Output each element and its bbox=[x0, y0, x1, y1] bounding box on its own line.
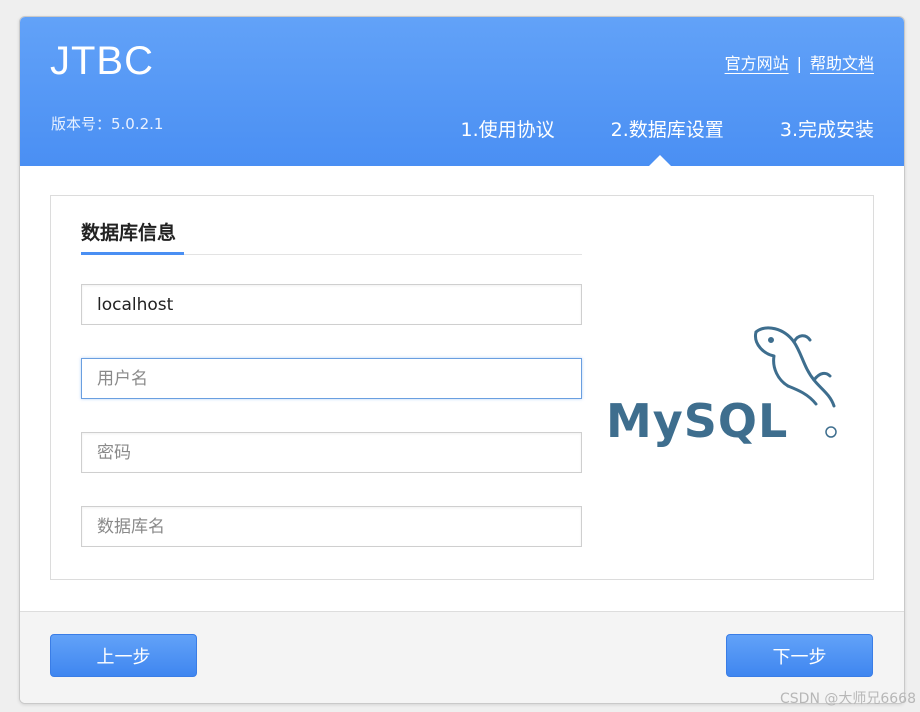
footer-bar: 上一步 下一步 bbox=[20, 611, 904, 703]
database-panel: 数据库信息 MySQL bbox=[50, 195, 874, 580]
title-underline bbox=[81, 252, 184, 255]
next-step-button[interactable]: 下一步 bbox=[726, 634, 873, 677]
version-label: 版本号：5.0.2.1 bbox=[51, 115, 164, 133]
step-3: 3.完成安装 bbox=[779, 119, 874, 141]
step-2-active: 2.数据库设置 bbox=[610, 119, 724, 141]
prev-step-button[interactable]: 上一步 bbox=[50, 634, 197, 677]
link-separator: | bbox=[796, 54, 802, 73]
official-site-link[interactable]: 官方网站 bbox=[725, 54, 789, 73]
brand-title: JTBC bbox=[50, 39, 154, 83]
registered-mark-icon bbox=[825, 426, 837, 438]
dbname-input[interactable] bbox=[81, 506, 582, 547]
host-input[interactable] bbox=[81, 284, 582, 325]
password-input[interactable] bbox=[81, 432, 582, 473]
mysql-wordmark: MySQL bbox=[606, 394, 788, 448]
username-input[interactable] bbox=[81, 358, 582, 399]
mysql-logo: MySQL bbox=[606, 326, 837, 448]
step-1: 1.使用协议 bbox=[460, 119, 555, 141]
section-title: 数据库信息 bbox=[81, 222, 177, 244]
installer-window: JTBC 版本号：5.0.2.1 官方网站 | 帮助文档 1.使用协议 2.数据库设… bbox=[19, 16, 905, 704]
active-step-caret bbox=[649, 155, 671, 166]
watermark: CSDN @大师兄6668 bbox=[780, 691, 916, 707]
step-indicator: 1.使用协议 2.数据库设置 3.完成安装 bbox=[410, 115, 874, 142]
help-docs-link[interactable]: 帮助文档 bbox=[810, 54, 874, 73]
header: JTBC 版本号：5.0.2.1 官方网站 | 帮助文档 1.使用协议 2.数据库设… bbox=[20, 17, 904, 166]
top-links: 官方网站 | 帮助文档 bbox=[725, 50, 874, 74]
